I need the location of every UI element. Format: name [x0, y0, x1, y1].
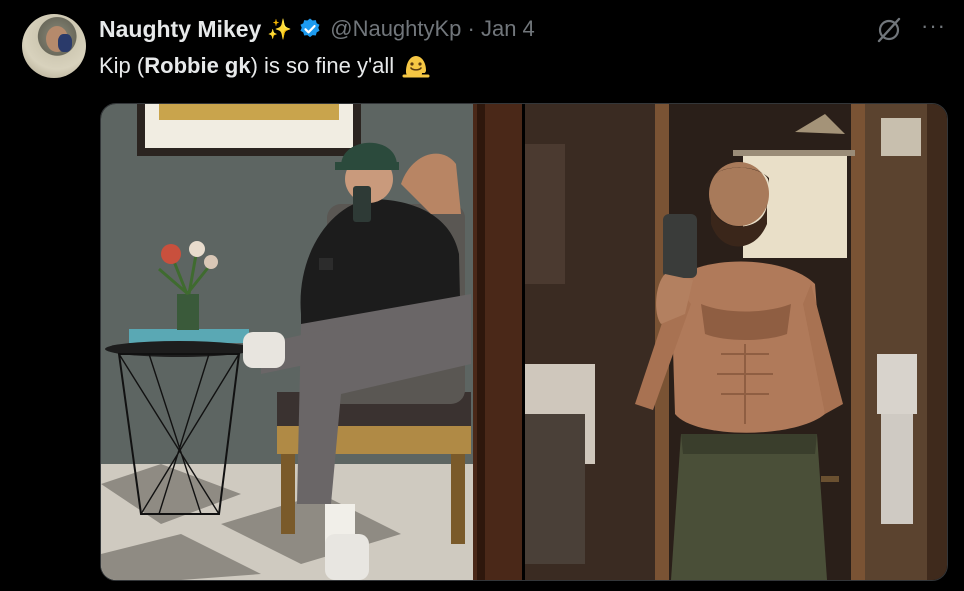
tweet-text-bold: Robbie gk: [144, 53, 251, 78]
tweet-header: Naughty Mikey ✨ @NaughtyKp · Jan 4: [99, 14, 535, 44]
tweet-text: Kip (Robbie gk) is so fine y'all: [99, 52, 430, 80]
sparkles-icon: ✨: [267, 18, 293, 41]
photo-2[interactable]: [525, 104, 947, 580]
grok-icon[interactable]: [875, 16, 903, 44]
media-grid: [100, 103, 948, 581]
author-name[interactable]: Naughty Mikey: [99, 16, 261, 43]
tweet-text-start: Kip (: [99, 53, 145, 78]
more-icon[interactable]: ···: [921, 15, 946, 37]
tweet-actions-top: ···: [875, 15, 946, 44]
avatar-hand: [58, 34, 72, 52]
verified-badge-icon: [300, 18, 320, 38]
handle-and-date[interactable]: @NaughtyKp · Jan 4: [330, 16, 535, 42]
photo-1[interactable]: [101, 104, 522, 580]
photo-2-image: [525, 104, 947, 580]
avatar[interactable]: [22, 14, 86, 78]
tweet-text-end: ) is so fine y'all: [250, 53, 395, 78]
photo-1-image: [101, 104, 522, 580]
melting-face-emoji: [402, 56, 430, 78]
